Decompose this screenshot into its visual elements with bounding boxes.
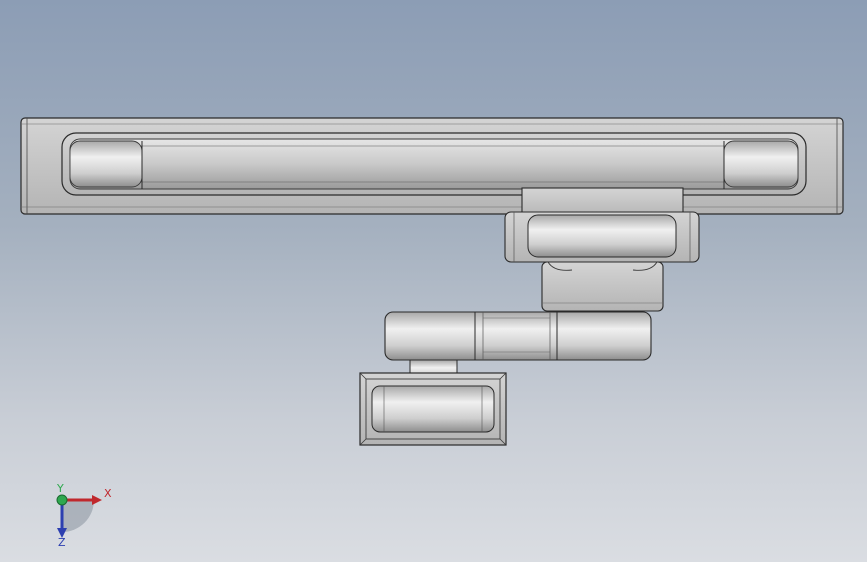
shoulder-joint[interactable] bbox=[504, 211, 700, 263]
x-axis-label: X bbox=[104, 487, 112, 500]
belt-pulley-right[interactable] bbox=[723, 140, 799, 189]
end-effector[interactable] bbox=[359, 372, 507, 446]
belt-pulley-left[interactable] bbox=[69, 140, 143, 189]
z-axis-label: Z bbox=[58, 536, 66, 548]
axis-triad: X Y Z bbox=[56, 482, 112, 548]
linear-rail-beam[interactable] bbox=[20, 117, 844, 215]
y-axis-label: Y bbox=[56, 482, 64, 495]
vertical-link[interactable] bbox=[541, 261, 664, 312]
y-axis-dot bbox=[56, 494, 68, 506]
elbow-arm[interactable] bbox=[384, 311, 652, 361]
triad-plane bbox=[62, 500, 94, 532]
cad-viewport[interactable] bbox=[0, 0, 867, 562]
